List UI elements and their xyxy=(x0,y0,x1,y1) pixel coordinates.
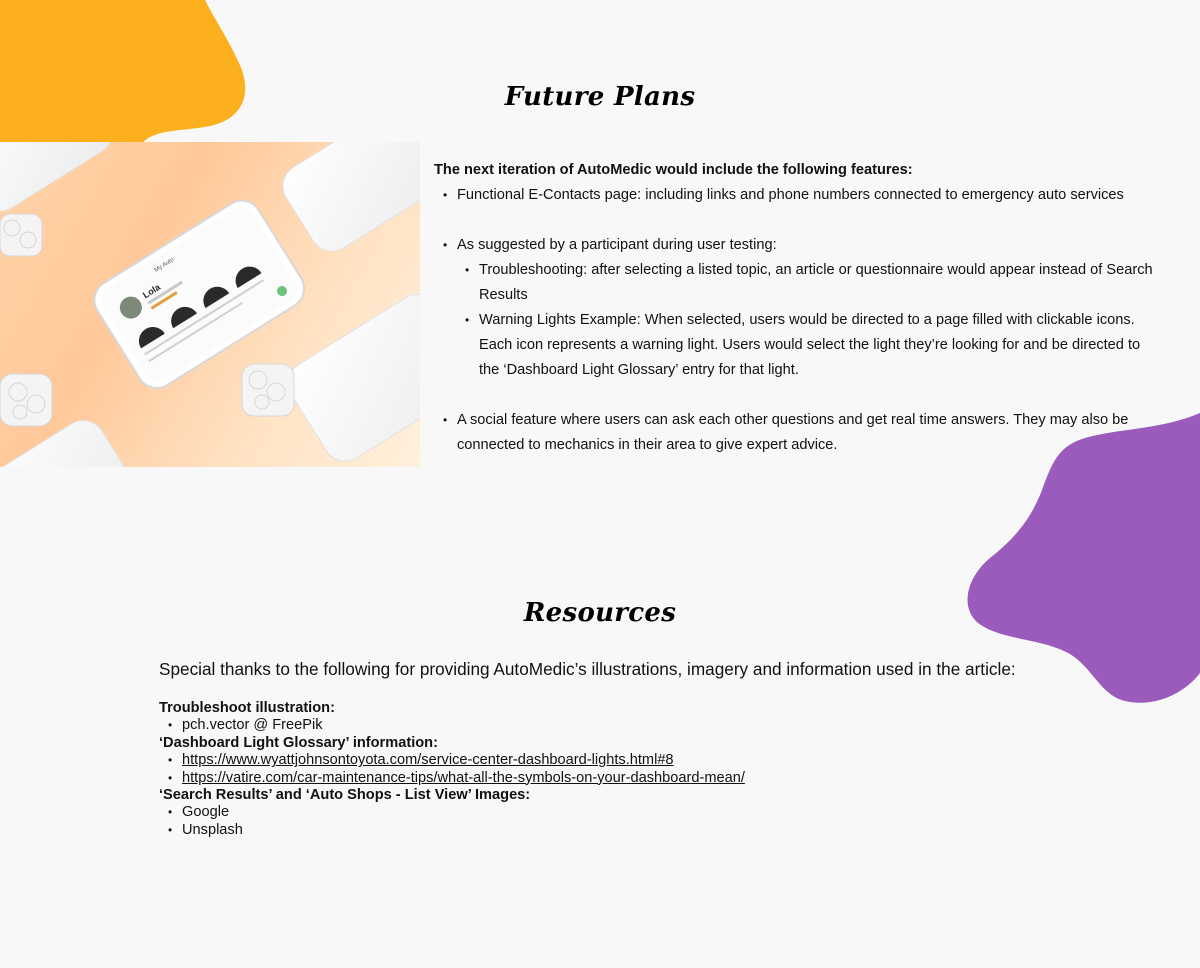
resource-link-vatire[interactable]: https://vatire.com/car-maintenance-tips/… xyxy=(182,770,745,786)
resource-link-wyattjohnson[interactable]: https://www.wyattjohnsontoyota.com/servi… xyxy=(182,752,674,768)
resource-item: pch.vector @ FreePik xyxy=(159,717,959,735)
phone-mockup-image: My Auto Lola xyxy=(0,142,420,467)
resource-section-heading: ‘Dashboard Light Glossary’ information: xyxy=(159,734,438,751)
orange-blob-decoration xyxy=(0,0,246,145)
resources-list: Troubleshoot illustration: pch.vector @ … xyxy=(159,700,959,840)
resources-intro: Special thanks to the following for prov… xyxy=(159,659,1016,679)
future-plans-intro: The next iteration of AutoMedic would in… xyxy=(434,162,913,178)
future-plans-heading: Future Plans xyxy=(504,82,696,112)
resource-item: Unsplash xyxy=(159,822,959,840)
list-item: A social feature where users can ask eac… xyxy=(434,408,1164,458)
list-item-text: As suggested by a participant during use… xyxy=(457,237,777,253)
resources-heading: Resources xyxy=(523,598,677,628)
future-plans-list: Functional E-Contacts page: including li… xyxy=(434,183,1164,458)
resource-item: Google xyxy=(159,804,959,822)
sub-list: Troubleshooting: after selecting a liste… xyxy=(457,258,1164,383)
list-item: As suggested by a participant during use… xyxy=(434,233,1164,383)
sub-list-item: Troubleshooting: after selecting a liste… xyxy=(457,258,1164,308)
sub-list-item: Warning Lights Example: When selected, u… xyxy=(457,308,1164,383)
resource-section-heading: ‘Search Results’ and ‘Auto Shops - List … xyxy=(159,787,531,804)
resource-item: https://www.wyattjohnsontoyota.com/servi… xyxy=(159,752,959,770)
resource-item: https://vatire.com/car-maintenance-tips/… xyxy=(159,770,959,788)
resource-section-heading: Troubleshoot illustration: xyxy=(159,700,335,716)
list-item: Functional E-Contacts page: including li… xyxy=(434,183,1164,208)
future-plans-content: The next iteration of AutoMedic would in… xyxy=(434,158,1164,458)
